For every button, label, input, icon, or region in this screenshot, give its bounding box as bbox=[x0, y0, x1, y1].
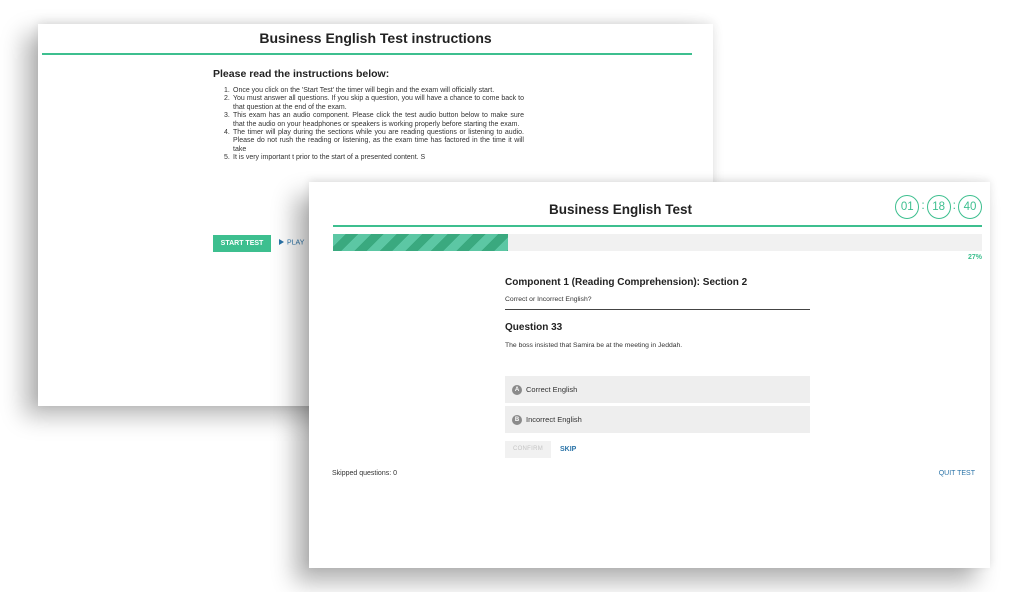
question-text: The boss insisted that Samira be at the … bbox=[505, 342, 683, 349]
skip-link[interactable]: SKIP bbox=[560, 446, 576, 453]
question-block: Component 1 (Reading Comprehension): Sec… bbox=[505, 277, 810, 349]
instruction-item: 1. Once you click on the 'Start Test' the… bbox=[224, 87, 495, 94]
instructions-header-divider bbox=[42, 53, 692, 55]
play-audio-label: PLAY bbox=[287, 239, 305, 247]
instruction-item: 4. The timer will play during the section… bbox=[224, 129, 524, 153]
quit-test-link[interactable]: QUIT TEST bbox=[939, 470, 975, 477]
instructions-title: Business English Test instructions bbox=[259, 30, 492, 46]
test-title: Business English Test bbox=[549, 202, 693, 217]
letter-a-circle-icon: A bbox=[512, 384, 522, 395]
confirm-button[interactable]: CONFIRM bbox=[505, 441, 551, 458]
instructions-heading: Please read the instructions below: bbox=[213, 68, 390, 80]
answer-option-label: Correct English bbox=[526, 385, 578, 394]
instruction-item: 3. This exam has an audio component. Plea… bbox=[224, 112, 524, 128]
timer-separator: : bbox=[921, 198, 925, 212]
test-window: Business English Test 01 : 18 : 40 27% C… bbox=[309, 182, 990, 568]
countdown-timer: 01 : 18 : 40 bbox=[895, 195, 982, 219]
section-subtitle: Correct or Incorrect English? bbox=[505, 296, 592, 303]
question-title: Question 33 bbox=[505, 322, 563, 333]
progress-bar-fill bbox=[333, 234, 509, 251]
start-test-button[interactable]: START TEST bbox=[213, 235, 271, 252]
timer-minutes: 18 bbox=[926, 195, 951, 219]
instruction-item: 5. It is very important t prior to the st… bbox=[224, 154, 426, 162]
timer-seconds: 40 bbox=[958, 195, 982, 219]
play-audio-link[interactable]: PLAY bbox=[279, 239, 304, 247]
answer-option-label: Incorrect English bbox=[526, 415, 582, 424]
section-title: Component 1 (Reading Comprehension): Sec… bbox=[505, 277, 748, 288]
timer-hours: 01 bbox=[895, 195, 920, 219]
progress-percent: 27% bbox=[967, 254, 982, 261]
letter-b-circle-icon: B bbox=[512, 414, 522, 425]
answer-option-b[interactable]: B Incorrect English bbox=[505, 406, 810, 433]
progress-bar bbox=[333, 234, 982, 251]
skipped-questions-count: Skipped questions: 0 bbox=[332, 470, 397, 477]
answer-option-a[interactable]: A Correct English bbox=[505, 376, 810, 403]
test-header-divider bbox=[333, 225, 982, 227]
timer-separator: : bbox=[952, 198, 956, 212]
instruction-item: 2. You must answer all questions. If you … bbox=[224, 95, 524, 111]
play-triangle-icon bbox=[279, 239, 284, 245]
section-divider bbox=[505, 309, 810, 310]
instructions-list: 1. Once you click on the 'Start Test' the… bbox=[213, 87, 524, 163]
